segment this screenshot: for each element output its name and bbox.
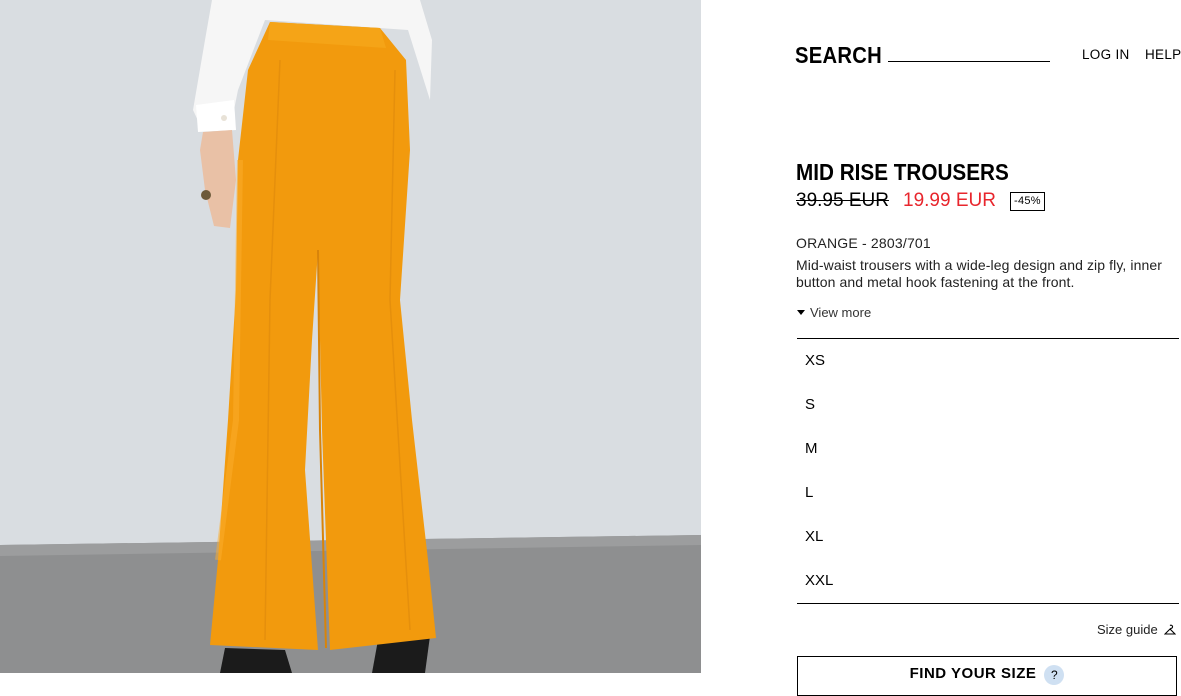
product-title: MID RISE TROUSERS [796,159,1009,185]
old-price: 39.95 EUR [796,190,889,211]
size-option-s[interactable]: S [797,383,1179,427]
color-reference: ORANGE - 2803/701 [796,235,931,251]
view-more-link[interactable]: View more [797,305,871,320]
product-description: Mid-waist trousers with a wide-leg desig… [796,257,1163,290]
size-option-xs[interactable]: XS [797,339,1179,383]
search-label[interactable]: SEARCH [795,42,882,69]
size-option-m[interactable]: M [797,427,1179,471]
size-option-xl[interactable]: XL [797,515,1179,559]
view-more-label: View more [810,305,872,320]
size-guide-link[interactable]: Size guide [1097,622,1176,637]
question-icon: ? [1044,665,1065,685]
product-photo-illustration [0,0,701,673]
sale-price: 19.99 EUR [903,190,996,211]
caret-down-icon [797,310,805,315]
size-list: XS S M L XL XXL [797,338,1179,604]
discount-badge: -45% [1010,192,1045,211]
product-image[interactable] [0,0,701,673]
size-option-xxl[interactable]: XXL [797,559,1179,603]
size-option-l[interactable]: L [797,471,1179,515]
help-link[interactable]: HELP [1145,47,1181,62]
find-your-size-label: FIND YOUR SIZE [909,665,1037,682]
login-link[interactable]: LOG IN [1082,47,1130,62]
hanger-icon [1163,624,1176,635]
find-your-size-button[interactable]: FIND YOUR SIZE ? [797,656,1177,696]
size-guide-label: Size guide [1097,622,1158,637]
search-input-underline[interactable] [888,61,1050,62]
